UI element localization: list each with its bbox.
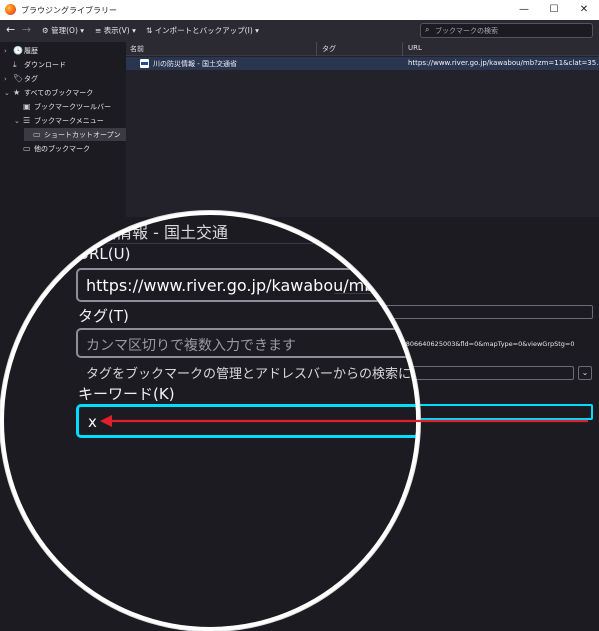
sidebar-item-history[interactable]: › 🕓履歴: [4, 44, 124, 57]
column-header-url[interactable]: URL: [408, 44, 422, 52]
keyword-label: キーワード(K): [78, 385, 175, 403]
zoomed-name-partial: 災情報 - 国土交通: [100, 223, 228, 242]
bookmark-list: 名前 タグ URL 川の防災情報 - 国土交通省 https://www.riv…: [126, 42, 599, 217]
list-icon: ≡: [95, 26, 102, 35]
clock-icon: 🕓: [13, 46, 23, 55]
chevron-down-icon: ▾: [132, 26, 136, 35]
folder-icon: ▭: [23, 144, 31, 153]
tag-icon: 🏷: [13, 74, 24, 83]
sidebar-item-tags[interactable]: › 🏷タグ: [4, 72, 124, 85]
search-placeholder: ブックマークの検索: [435, 27, 498, 35]
view-menu[interactable]: ≡ 表示(V) ▾: [95, 25, 136, 36]
tags-input[interactable]: カンマ区切りで複数入力できます: [76, 328, 416, 358]
column-header-name[interactable]: 名前: [130, 44, 144, 54]
forward-button[interactable]: →: [22, 23, 31, 36]
search-icon: ⌕: [425, 25, 430, 34]
tags-hint: タグをブックマークの管理とアドレスバーからの検索に使用: [86, 367, 420, 382]
row-name: 川の防災情報 - 国土交通省: [153, 60, 237, 68]
star-icon: ★: [13, 88, 21, 97]
list-header: 名前 タグ URL: [126, 42, 599, 56]
import-export-icon: ⇅: [146, 26, 153, 35]
chevron-down-icon[interactable]: ⌄: [14, 115, 23, 128]
title-bar: ブラウジングライブラリー — ☐ ✕: [0, 0, 599, 20]
chevron-right-icon[interactable]: ›: [4, 73, 13, 86]
bookmark-search-input[interactable]: ⌕ ブックマークの検索: [420, 23, 593, 38]
tags-label: タグ(T): [78, 307, 129, 325]
sidebar-item-bookmarks-toolbar[interactable]: ▣ ブックマークツールバー: [14, 100, 124, 113]
sidebar-item-label: ショートカットオープン: [44, 131, 121, 139]
sidebar-item-label: 履歴: [24, 47, 38, 55]
menu-icon: ☰: [23, 116, 31, 125]
column-header-tags[interactable]: タグ: [322, 44, 336, 54]
maximize-button[interactable]: ☐: [542, 2, 566, 17]
url-input[interactable]: https://www.river.go.jp/kawabou/mb?z: [76, 268, 416, 302]
sidebar-item-label: すべてのブックマーク: [24, 89, 94, 97]
url-label: URL(U): [78, 245, 131, 263]
firefox-logo-icon: [5, 4, 16, 15]
toolbar: ← → ⚙ 管理(O) ▾ ≡ 表示(V) ▾ ⇅ インポートとバックアップ(I…: [0, 20, 599, 42]
sidebar-item-label: ダウンロード: [24, 61, 66, 69]
row-url: https://www.river.go.jp/kawabou/mb?zm=11…: [408, 59, 599, 67]
sidebar-item-all-bookmarks[interactable]: ⌄ ★ すべてのブックマーク: [4, 86, 124, 99]
site-favicon-icon: [140, 59, 149, 68]
chevron-down-icon[interactable]: ⌄: [4, 87, 13, 100]
back-button[interactable]: ←: [6, 23, 15, 36]
sidebar-item-label: タグ: [24, 75, 38, 83]
chevron-down-icon: ▾: [80, 26, 85, 35]
gear-icon: ⚙: [42, 26, 49, 35]
import-backup-label: インポートとバックアップ(I): [154, 26, 253, 35]
sidebar-item-label: ブックマークツールバー: [34, 103, 111, 111]
manage-menu[interactable]: ⚙ 管理(O) ▾: [42, 25, 84, 36]
sidebar-item-other-bookmarks[interactable]: ▭ 他のブックマーク: [14, 142, 124, 155]
chevron-right-icon[interactable]: ›: [4, 45, 13, 58]
chevron-down-icon[interactable]: ⌄: [578, 366, 592, 380]
chevron-down-icon: ▾: [255, 26, 259, 35]
view-label: 表示(V): [103, 26, 130, 35]
sidebar-item-label: 他のブックマーク: [34, 145, 90, 153]
table-row[interactable]: 川の防災情報 - 国土交通省 https://www.river.go.jp/k…: [126, 57, 599, 70]
folder-icon: ▭: [33, 130, 41, 139]
close-button[interactable]: ✕: [572, 2, 596, 17]
minimize-button[interactable]: —: [512, 2, 536, 17]
sidebar-item-downloads[interactable]: ⤓ ダウンロード: [4, 58, 124, 71]
window-title: ブラウジングライブラリー: [21, 6, 117, 15]
annotation-arrow-icon: [100, 415, 588, 427]
import-backup-menu[interactable]: ⇅ インポートとバックアップ(I) ▾: [146, 25, 259, 36]
download-icon: ⤓: [13, 60, 17, 69]
sidebar-item-label: ブックマークメニュー: [34, 117, 104, 125]
toolbar-icon: ▣: [23, 102, 31, 111]
sidebar-item-bookmarks-menu[interactable]: ⌄ ☰ ブックマークメニュー: [14, 114, 124, 127]
sidebar-item-shortcut-open[interactable]: ▭ ショートカットオープン: [24, 128, 126, 141]
manage-label: 管理(O): [51, 26, 78, 35]
